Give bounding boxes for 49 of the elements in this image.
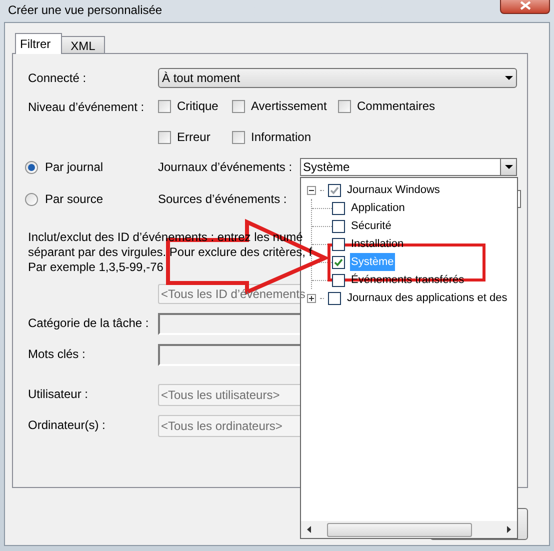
- checkbox[interactable]: [232, 130, 245, 144]
- scrollbar[interactable]: [301, 521, 517, 538]
- scrollbar-thumb[interactable]: [327, 522, 472, 536]
- checkbox[interactable]: [332, 274, 345, 286]
- dropdown[interactable]: Système: [300, 158, 517, 176]
- checkbox[interactable]: [332, 238, 345, 250]
- description-text: Par exemple 1,3,5-99,-76: [28, 260, 164, 275]
- checkbox[interactable]: [232, 100, 245, 112]
- close-button[interactable]: [500, 0, 550, 14]
- scroll-left-icon[interactable]: [307, 526, 311, 533]
- tree-item[interactable]: Sécurité: [350, 217, 392, 235]
- radio-label: Par source: [45, 191, 104, 208]
- checkbox[interactable]: [332, 220, 345, 232]
- field-label: Connecté :: [28, 70, 88, 87]
- field-label: Ordinateur(s) :: [28, 417, 106, 434]
- checkbox[interactable]: [332, 202, 345, 214]
- collapse-icon[interactable]: [307, 186, 316, 194]
- radio-button[interactable]: [25, 192, 38, 206]
- checkbox-label: Commentaires: [357, 98, 436, 115]
- tab[interactable]: Filtrer: [15, 33, 62, 54]
- tree-item[interactable]: Journaux Windows: [347, 181, 440, 199]
- expand-icon[interactable]: [307, 294, 316, 302]
- field-label: Journaux d’événements :: [158, 159, 294, 176]
- checkbox[interactable]: [338, 100, 351, 112]
- radio-label: Par journal: [45, 159, 104, 176]
- field-label: Sources d’événements :: [158, 191, 288, 208]
- field-label: Mots clés :: [28, 346, 86, 363]
- checkbox[interactable]: [332, 256, 345, 268]
- caret-icon: [505, 76, 513, 80]
- scroll-right-icon[interactable]: [507, 526, 511, 533]
- checkbox-label: Avertissement: [251, 98, 327, 115]
- field-label: Catégorie de la tâche :: [28, 315, 150, 332]
- field-label: Utilisateur :: [28, 386, 90, 403]
- checkbox-label: Information: [251, 129, 312, 146]
- checkbox-label: Erreur: [177, 129, 210, 146]
- checkbox[interactable]: [328, 292, 341, 304]
- radio-button[interactable]: [25, 160, 38, 174]
- checkbox[interactable]: [158, 100, 171, 112]
- checkbox[interactable]: [158, 130, 171, 144]
- checkbox-label: Critique: [177, 98, 218, 115]
- dropdown[interactable]: À tout moment: [158, 68, 517, 88]
- checkbox[interactable]: [328, 184, 341, 196]
- tree-item[interactable]: Application: [350, 199, 406, 217]
- tree-item[interactable]: Journaux des applications et des: [347, 289, 508, 307]
- close-icon: [520, 1, 530, 10]
- caret-icon: [500, 159, 516, 175]
- tab[interactable]: XML: [61, 36, 105, 54]
- window-title: Créer une vue personnalisée: [8, 2, 162, 19]
- field-label: Niveau d’événement :: [28, 99, 146, 116]
